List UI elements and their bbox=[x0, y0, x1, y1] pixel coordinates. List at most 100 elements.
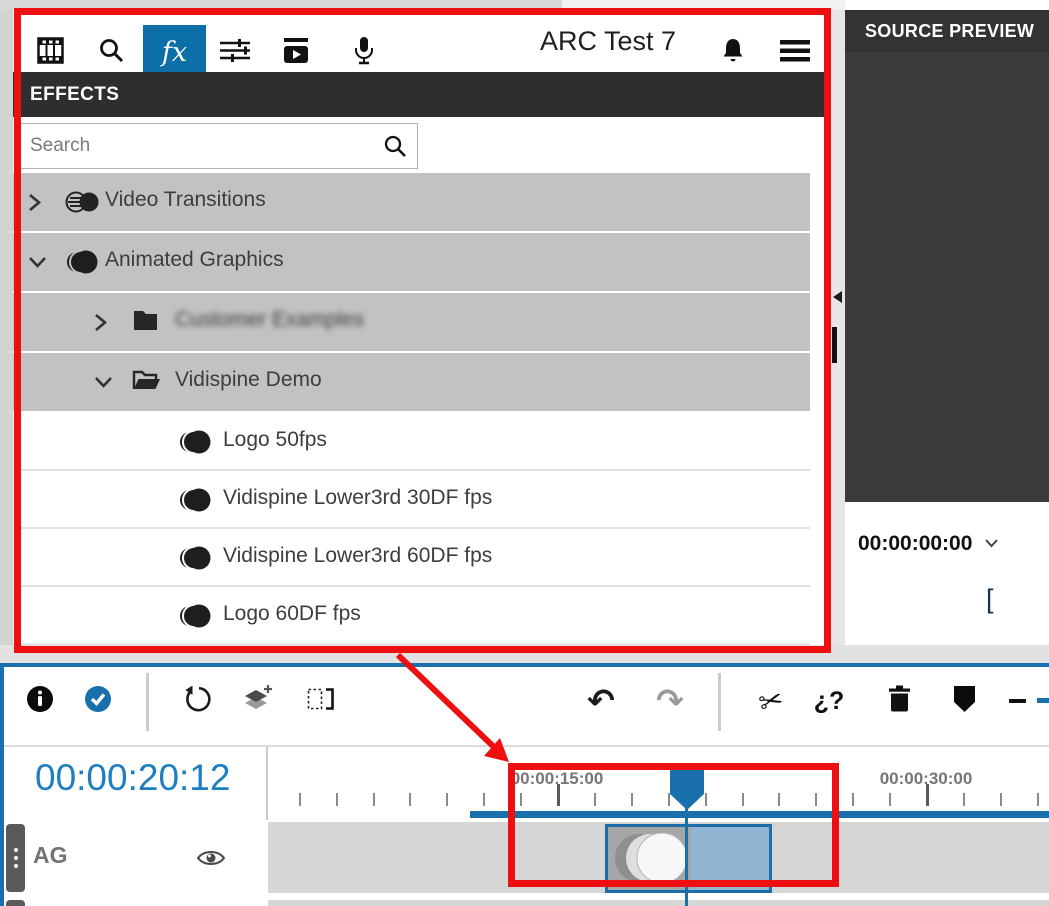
zoom-out-minus-icon bbox=[1009, 699, 1026, 703]
section-gap bbox=[0, 645, 1049, 663]
track-label: AG bbox=[33, 842, 68, 869]
chevron-right-icon[interactable] bbox=[27, 192, 42, 218]
effects-panel-header: EFFECTS bbox=[13, 72, 831, 117]
history-button[interactable] bbox=[175, 678, 221, 724]
tree-category-video-transitions[interactable]: Video Transitions bbox=[13, 173, 810, 231]
approve-button[interactable] bbox=[75, 678, 121, 724]
timeline-section: ↶ ↷ ✂ ¿? 00:00:20:12 00:00:15:00 00:00:3… bbox=[0, 663, 1049, 906]
add-layer-button[interactable] bbox=[234, 678, 280, 724]
delete-button[interactable] bbox=[876, 678, 922, 724]
project-title: ARC Test 7 bbox=[540, 26, 676, 57]
animated-graphics-icon bbox=[178, 602, 214, 635]
collapse-panel-icon[interactable] bbox=[833, 291, 842, 303]
voiceover-mic-icon bbox=[353, 36, 375, 71]
tree-effect-logo-60df[interactable]: Logo 60DF fps bbox=[13, 587, 810, 645]
tree-label: Vidispine Demo bbox=[175, 368, 322, 392]
tree-label: Logo 60DF fps bbox=[223, 602, 361, 626]
voiceover-nav-button[interactable] bbox=[342, 31, 386, 75]
chevron-down-icon[interactable] bbox=[27, 255, 48, 274]
track-header-next bbox=[4, 900, 266, 906]
tree-label: Vidispine Lower3rd 30DF fps bbox=[223, 486, 492, 510]
tree-label: Logo 50fps bbox=[223, 428, 327, 452]
hamburger-menu-icon bbox=[780, 39, 810, 68]
add-marker-button[interactable] bbox=[941, 678, 987, 724]
unlink-icon: ¿? bbox=[814, 687, 845, 716]
search-icon bbox=[98, 37, 125, 69]
effects-search-row bbox=[13, 117, 831, 173]
tree-effect-logo-50fps[interactable]: Logo 50fps bbox=[13, 413, 810, 471]
notifications-button[interactable] bbox=[711, 31, 755, 75]
clip-info-button[interactable] bbox=[17, 678, 63, 724]
export-nav-button[interactable] bbox=[274, 31, 318, 75]
animated-graphics-icon bbox=[178, 544, 214, 577]
animated-graphics-icon bbox=[178, 486, 214, 519]
track-lane-next[interactable] bbox=[268, 900, 1049, 906]
add-layer-icon bbox=[241, 684, 273, 719]
source-timecode-dropdown[interactable]: 00:00:00:00 bbox=[858, 532, 999, 556]
animated-graphics-clip[interactable] bbox=[605, 824, 772, 893]
animated-graphics-icon bbox=[178, 428, 214, 461]
search-submit-icon[interactable] bbox=[383, 134, 408, 164]
tree-label: Vidispine Lower3rd 60DF fps bbox=[223, 544, 492, 568]
marker-icon bbox=[953, 685, 976, 718]
chevron-right-icon[interactable] bbox=[93, 312, 108, 338]
track-drag-handle[interactable] bbox=[6, 824, 25, 892]
redo-button[interactable]: ↷ bbox=[647, 677, 693, 723]
folder-open-icon bbox=[132, 368, 161, 398]
scrollbar-thumb[interactable] bbox=[832, 327, 837, 363]
window-top-strip bbox=[0, 0, 562, 10]
settings-nav-button[interactable] bbox=[213, 31, 257, 75]
undo-button[interactable]: ↶ bbox=[578, 677, 624, 723]
tree-folder-vidispine-demo[interactable]: Vidispine Demo bbox=[13, 353, 810, 411]
cut-button[interactable]: ✂ bbox=[748, 678, 794, 724]
redo-icon: ↷ bbox=[656, 681, 684, 720]
folder-closed-icon bbox=[132, 308, 159, 338]
timeline-duration-bar[interactable] bbox=[470, 811, 1049, 818]
effects-search-box[interactable] bbox=[17, 123, 418, 169]
cut-scissors-icon: ✂ bbox=[755, 681, 788, 721]
tree-label-blurred: Customer Examples bbox=[175, 308, 364, 332]
source-preview-viewport bbox=[845, 52, 1049, 502]
track-drag-handle[interactable] bbox=[6, 900, 25, 906]
tree-effect-lower3rd-30df[interactable]: Vidispine Lower3rd 30DF fps bbox=[13, 471, 810, 529]
mark-in-indicator: [ bbox=[986, 584, 994, 615]
toolbar-divider bbox=[146, 673, 149, 731]
grip-dots-icon bbox=[14, 848, 18, 872]
main-toolbar: fx ARC Test 7 bbox=[13, 10, 831, 70]
settings-sliders-icon bbox=[219, 37, 251, 69]
timeline-current-timecode: 00:00:20:12 bbox=[35, 757, 230, 799]
clip-extension-region bbox=[691, 827, 769, 890]
unlink-button[interactable]: ¿? bbox=[806, 678, 852, 724]
bell-icon bbox=[720, 37, 746, 70]
tree-folder-customer-examples[interactable]: Customer Examples bbox=[13, 293, 810, 351]
effects-search-input[interactable] bbox=[30, 124, 370, 168]
chevron-down-icon[interactable] bbox=[984, 535, 999, 553]
export-video-icon bbox=[282, 37, 310, 69]
zoom-slider-track[interactable] bbox=[1037, 698, 1049, 703]
approve-check-icon bbox=[84, 685, 112, 718]
search-nav-button[interactable] bbox=[89, 31, 133, 75]
zoom-out-button[interactable] bbox=[994, 678, 1040, 724]
tree-category-animated-graphics[interactable]: Animated Graphics bbox=[13, 233, 810, 291]
chevron-down-icon[interactable] bbox=[93, 375, 114, 394]
left-gutter bbox=[0, 10, 13, 663]
panel-splitter[interactable] bbox=[831, 10, 845, 663]
source-timecode: 00:00:00:00 bbox=[858, 532, 972, 556]
tree-label: Animated Graphics bbox=[105, 248, 284, 272]
timeline-ruler[interactable] bbox=[268, 746, 1049, 807]
app-screen: fx ARC Test 7 EFFECTS Video Transiti bbox=[0, 0, 1049, 906]
menu-button[interactable] bbox=[773, 31, 817, 75]
playhead-line[interactable] bbox=[685, 808, 688, 906]
toolbar-divider bbox=[718, 673, 721, 731]
tree-effect-lower3rd-60df[interactable]: Vidispine Lower3rd 60DF fps bbox=[13, 529, 810, 587]
source-preview-header: SOURCE PREVIEW bbox=[845, 10, 1049, 52]
effects-tree: Video Transitions Animated Graphics Cust… bbox=[13, 173, 831, 645]
track-visibility-eye-icon[interactable] bbox=[196, 848, 226, 873]
effects-fx-icon: fx bbox=[162, 37, 187, 68]
animated-graphics-icon bbox=[65, 248, 101, 281]
media-bin-icon bbox=[37, 37, 64, 69]
video-transition-icon bbox=[65, 188, 101, 221]
trim-button[interactable] bbox=[298, 678, 344, 724]
undo-icon: ↶ bbox=[587, 681, 615, 720]
media-bin-button[interactable] bbox=[28, 31, 72, 75]
